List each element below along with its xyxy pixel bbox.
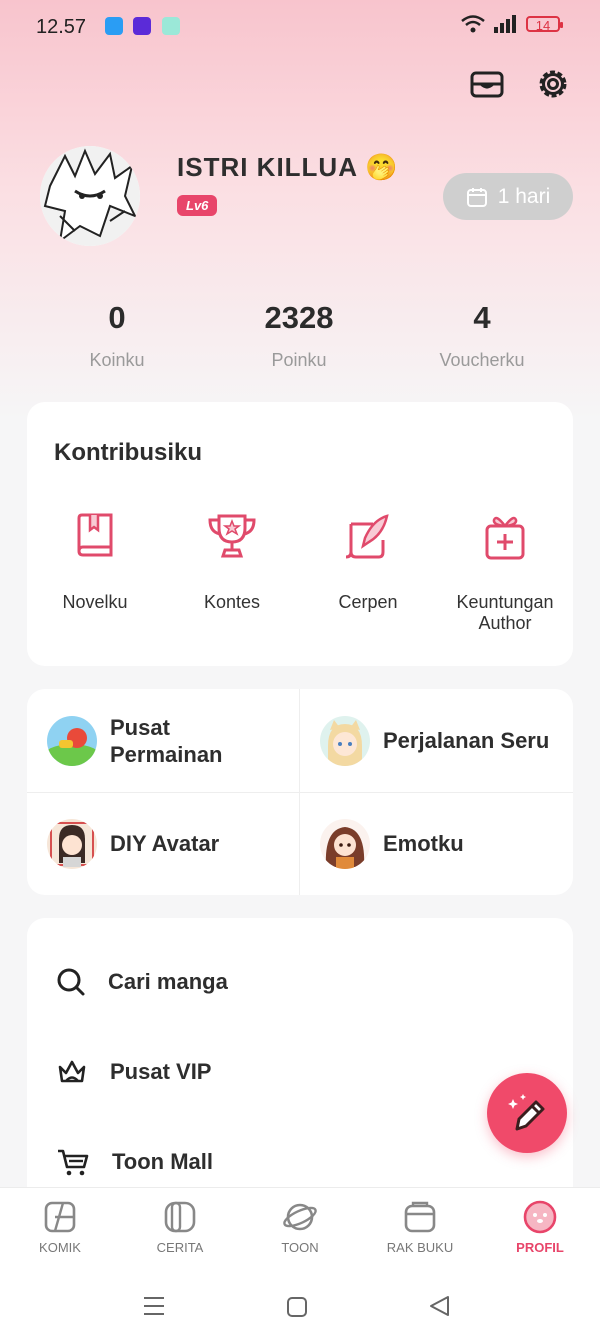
- avatar[interactable]: [40, 146, 140, 246]
- pencil-icon: [508, 1094, 545, 1131]
- home-icon[interactable]: [286, 1296, 308, 1318]
- gift-icon: [485, 516, 525, 560]
- menu-toon-mall[interactable]: Toon Mall: [27, 1132, 573, 1192]
- bookshelf-icon: [404, 1201, 436, 1233]
- feature-label: Pusat Permainan: [110, 714, 223, 767]
- checkin-label: 1 hari: [497, 184, 551, 208]
- menu-card: Cari manga Pusat VIP Toon Mall: [27, 918, 573, 1208]
- feature-emotku[interactable]: Emotku: [300, 792, 573, 895]
- nav-komik[interactable]: KOMIK: [0, 1200, 120, 1255]
- stat-koin[interactable]: 0 Koinku: [27, 300, 207, 371]
- feature-label: Emotku: [383, 831, 464, 856]
- planet-icon: [283, 1203, 317, 1231]
- notification-app-icon: [133, 17, 151, 35]
- feature-perjalanan-seru[interactable]: Perjalanan Seru: [300, 689, 573, 792]
- contrib-label: Kontes: [203, 592, 261, 612]
- menu-label: Cari manga: [108, 969, 228, 994]
- battery-icon: 14: [526, 16, 563, 33]
- contrib-label: Keuntungan Author: [456, 592, 554, 633]
- diy-avatar-icon: [47, 818, 97, 869]
- menu-icon[interactable]: [142, 1295, 166, 1317]
- nav-rak-buku[interactable]: RAK BUKU: [360, 1200, 480, 1255]
- calendar-icon: [466, 187, 487, 207]
- cart-icon: [58, 1149, 89, 1176]
- stat-value: 4: [473, 300, 491, 335]
- stat-value: 2328: [264, 300, 334, 335]
- nav-profil[interactable]: PROFIL: [480, 1200, 600, 1255]
- username: ISTRI KILLUA 🤭: [177, 152, 399, 183]
- contrib-label: Novelku: [62, 592, 128, 612]
- story-icon: [164, 1201, 196, 1233]
- nav-label: KOMIK: [39, 1240, 81, 1255]
- section-title: Kontribusiku: [54, 439, 202, 466]
- back-icon[interactable]: [428, 1295, 452, 1317]
- write-fab-button[interactable]: [487, 1073, 567, 1153]
- bottom-nav: KOMIK CERITA TOON RAK BUKU PROFIL: [0, 1187, 600, 1270]
- avatar-image: [40, 146, 140, 246]
- crown-icon: [58, 1060, 86, 1083]
- book-icon: [77, 513, 113, 557]
- contrib-kontes[interactable]: Kontes: [164, 512, 300, 613]
- stats-row: 0 Koinku 2328 Poinku 4 Voucherku: [0, 300, 600, 380]
- feature-label: Perjalanan Seru: [383, 728, 550, 753]
- status-bar: 12.57 14: [0, 0, 600, 54]
- notification-app-icon: [105, 17, 123, 35]
- adventure-icon: [320, 715, 370, 766]
- checkin-button[interactable]: 1 hari: [443, 173, 573, 220]
- nav-toon[interactable]: TOON: [240, 1200, 360, 1255]
- signal-icon: [494, 15, 516, 33]
- status-time: 12.57: [36, 16, 87, 38]
- comic-icon: [44, 1201, 76, 1233]
- menu-cari-manga[interactable]: Cari manga: [27, 952, 573, 1012]
- gear-icon[interactable]: [533, 64, 573, 104]
- contrib-label: Cerpen: [338, 592, 398, 612]
- stat-label: Koinku: [89, 350, 145, 370]
- contrib-keuntungan-author[interactable]: Keuntungan Author: [437, 512, 573, 634]
- system-nav-bar: [0, 1269, 600, 1343]
- stat-label: Voucherku: [439, 350, 525, 370]
- game-center-icon: [47, 715, 97, 766]
- feature-label: DIY Avatar: [110, 831, 220, 856]
- username-emoji: 🤭: [365, 152, 399, 182]
- nav-label: TOON: [281, 1240, 319, 1255]
- level-badge: Lv6: [177, 195, 218, 216]
- stat-poin[interactable]: 2328 Poinku: [209, 300, 389, 371]
- trophy-icon: [208, 514, 256, 558]
- profile-icon: [523, 1200, 557, 1234]
- search-icon: [57, 968, 85, 996]
- stat-value: 0: [108, 300, 126, 335]
- contribution-card: Kontribusiku Novelku Kontes Cerpen Keunt…: [27, 402, 573, 666]
- stat-label: Poinku: [271, 350, 327, 370]
- contrib-novelku[interactable]: Novelku: [27, 512, 163, 613]
- nav-label: PROFIL: [516, 1240, 564, 1255]
- feature-diy-avatar[interactable]: DIY Avatar: [27, 792, 300, 895]
- menu-label: Pusat VIP: [110, 1059, 212, 1084]
- feature-pusat-permainan[interactable]: Pusat Permainan: [27, 689, 300, 792]
- feature-grid-card: Pusat Permainan Perjalanan Seru DIY Avat…: [27, 689, 573, 895]
- nav-label: RAK BUKU: [386, 1240, 454, 1255]
- wifi-icon: [461, 15, 485, 33]
- mail-icon[interactable]: [467, 64, 507, 104]
- emoticon-icon: [320, 818, 370, 869]
- nav-cerita[interactable]: CERITA: [120, 1200, 240, 1255]
- nav-label: CERITA: [156, 1240, 204, 1255]
- quill-icon: [345, 514, 389, 559]
- menu-label: Toon Mall: [112, 1149, 214, 1174]
- stat-voucher[interactable]: 4 Voucherku: [392, 300, 572, 371]
- username-text: ISTRI KILLUA: [177, 152, 358, 182]
- notification-app-icon: [162, 17, 180, 35]
- contrib-cerpen[interactable]: Cerpen: [300, 512, 436, 613]
